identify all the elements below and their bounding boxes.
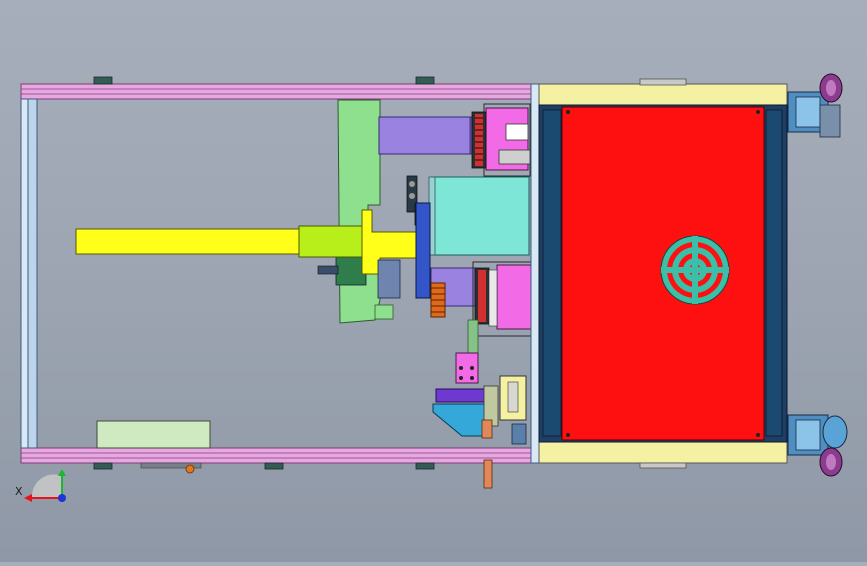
coordinate-triad: X	[12, 469, 82, 510]
navy-plate	[415, 202, 431, 299]
rail-clip	[93, 76, 113, 85]
bottom-rail	[20, 447, 532, 464]
caster-top	[787, 73, 843, 138]
machine-assembly-top-view	[20, 73, 848, 489]
electrical-cabinet	[530, 78, 788, 469]
rail-clip	[264, 462, 284, 470]
gripper-upper	[471, 103, 531, 177]
fan-grille	[660, 235, 730, 305]
cad-viewport[interactable]	[0, 0, 867, 562]
lime-cylinder	[298, 225, 363, 258]
rail-clip	[415, 76, 435, 85]
rail-clip	[93, 462, 113, 470]
x-axis-label: X	[15, 485, 23, 498]
rail-clip	[415, 462, 435, 470]
cyan-motor-block	[431, 176, 530, 256]
cyan-wedge	[432, 403, 489, 437]
left-post-outer	[20, 98, 29, 449]
left-post-inner	[27, 98, 38, 449]
z-axis-icon	[58, 494, 66, 502]
top-rail	[20, 83, 532, 100]
orange-gear	[430, 282, 446, 318]
violet-cylinder-upper	[378, 116, 476, 155]
yellow-slide-rod	[75, 228, 302, 255]
caster-bottom	[787, 414, 848, 477]
base-plate	[96, 420, 211, 449]
